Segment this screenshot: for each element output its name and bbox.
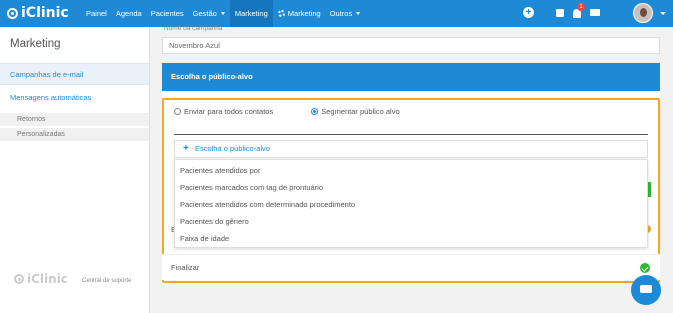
nav-item-gestao-label: Gestão	[192, 9, 217, 18]
notification-badge: 1	[577, 3, 585, 11]
sidebar-subitem-retornos[interactable]: Retornos	[0, 113, 149, 126]
chevron-down-icon[interactable]	[660, 12, 666, 15]
campaign-name-input[interactable]: Novembro Azul	[162, 37, 660, 54]
sidebar-subitem-personalizadas[interactable]: Personalizadas	[0, 128, 149, 141]
brand-logo[interactable]: iClinic	[7, 5, 69, 21]
chat-button[interactable]	[631, 275, 661, 305]
sidebar-title: Marketing	[10, 38, 61, 50]
sidebar-item-mensagens[interactable]: Mensagens automáticas	[0, 93, 149, 102]
main-content: Nome da campanha Novembro Azul Escolha o…	[150, 25, 673, 313]
nav-item-outros-label: Outros	[329, 9, 353, 18]
gift-icon[interactable]	[556, 9, 564, 17]
footer-brand: iClinic	[27, 272, 68, 286]
support-link[interactable]: Central de suporte	[82, 278, 131, 284]
audience-section-header[interactable]: Escolha o público-alvo	[162, 63, 660, 91]
finish-step[interactable]: Finalizar	[162, 254, 660, 280]
logo-icon	[7, 7, 18, 19]
nav-item-marketing-settings[interactable]: Marketing	[277, 0, 321, 27]
nav-item-pacientes[interactable]: Pacientes	[151, 0, 184, 27]
check-icon	[640, 263, 650, 273]
campaign-name-label: Nome da campanha	[164, 25, 223, 32]
top-navbar: iClinic Painel Agenda Pacientes Gestão M…	[0, 0, 673, 27]
finish-step-label: Finalizar	[171, 263, 200, 272]
nav-item-agenda[interactable]: Agenda	[116, 0, 142, 27]
nav-item-painel[interactable]: Painel	[86, 0, 107, 27]
nav-item-outros[interactable]: Outros	[330, 0, 361, 27]
chevron-down-icon	[220, 12, 225, 15]
top-actions: + 1	[523, 0, 673, 27]
sidebar: Marketing Campanhas de e-mail Mensagens …	[0, 27, 150, 313]
footer-logo: iClinic	[14, 272, 68, 286]
chat-icon[interactable]	[590, 9, 600, 16]
sidebar-item-campanhas[interactable]: Campanhas de e-mail	[0, 63, 149, 85]
brand-name: iClinic	[21, 5, 69, 21]
chevron-down-icon	[356, 12, 361, 15]
gear-icon	[277, 10, 285, 17]
nav-item-gestao[interactable]: Gestão	[193, 0, 225, 27]
avatar[interactable]	[633, 3, 653, 23]
add-icon[interactable]: +	[523, 7, 534, 18]
main-nav: Painel Agenda Pacientes Gestão Marketing…	[86, 0, 369, 27]
nav-item-marketing-settings-label: Marketing	[287, 9, 321, 18]
nav-item-marketing[interactable]: Marketing	[229, 0, 273, 27]
logo-icon	[14, 274, 24, 284]
